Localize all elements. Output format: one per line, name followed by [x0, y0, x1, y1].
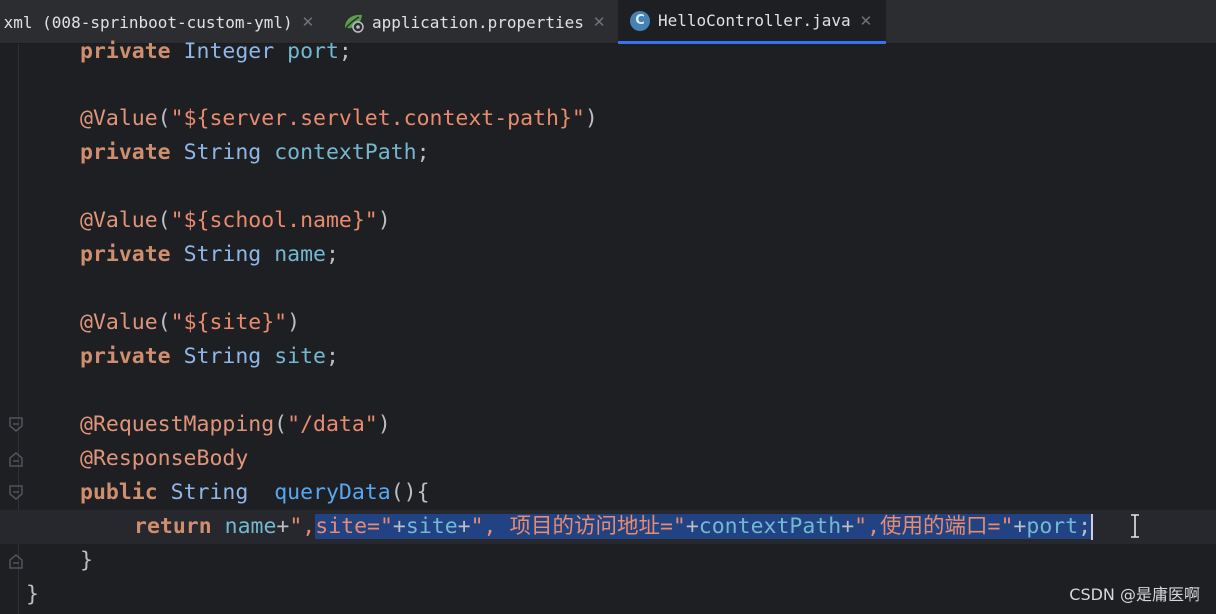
string-literal: ",使用的端口=" [854, 514, 1014, 539]
annotation: @RequestMapping [80, 412, 275, 437]
punctuation: ; [338, 39, 352, 64]
code-line[interactable]: private Integer port; [0, 35, 1216, 69]
keyword: private [80, 140, 171, 165]
field-name: contextPath [698, 514, 842, 539]
keyword: private [80, 344, 171, 369]
annotation: @Value [80, 106, 158, 131]
tab-label: .xml (008-sprinboot-custom-yml) [0, 12, 293, 32]
text-selection[interactable]: site="+site+", 项目的访问地址="+contextPath+",使… [315, 514, 1092, 539]
code-line[interactable]: @RequestMapping("/data") [0, 408, 1216, 442]
string-literal: "${school.name}" [170, 208, 378, 233]
string-literal: "${site}" [170, 310, 288, 335]
field-name: contextPath [274, 140, 417, 165]
string-literal: ", 项目的访问地址=" [470, 514, 686, 539]
close-icon[interactable]: ✕ [302, 13, 315, 31]
type-name: String [170, 480, 249, 505]
code-line[interactable]: } [0, 578, 1216, 612]
code-line[interactable]: public String queryData(){ [0, 476, 1216, 510]
fold-end-icon[interactable] [8, 553, 24, 569]
code-line[interactable]: private String site; [0, 340, 1216, 374]
string-literal: ", [289, 514, 316, 539]
field-name: name [274, 242, 326, 267]
operator: + [392, 514, 406, 539]
punctuation: ) [287, 310, 301, 335]
closing-brace: } [80, 548, 93, 573]
string-literal: site=" [315, 514, 393, 539]
string-literal: "/data" [287, 412, 378, 437]
fold-end-icon[interactable] [8, 451, 24, 467]
operator: + [1013, 514, 1027, 539]
ibeam-cursor-icon [1131, 514, 1139, 538]
keyword: private [80, 242, 171, 267]
annotation: @Value [80, 208, 158, 233]
string-literal: "${server.servlet.context-path}" [170, 106, 585, 131]
code-line[interactable]: @Value("${site}") [0, 306, 1216, 340]
punctuation: ; [416, 140, 430, 165]
code-line[interactable]: @Value("${server.servlet.context-path}") [0, 102, 1216, 136]
code-line[interactable]: @ResponseBody [0, 442, 1216, 476]
method-name: queryData [274, 480, 391, 505]
field-name: port [287, 39, 339, 64]
type-name: String [183, 242, 262, 267]
operator: + [457, 514, 471, 539]
operator: + [276, 514, 290, 539]
close-icon[interactable]: ✕ [593, 13, 606, 31]
keyword: return [134, 514, 212, 539]
operator: + [685, 514, 699, 539]
spring-leaf-icon [342, 11, 366, 33]
punctuation: ) [377, 208, 391, 233]
code-line[interactable]: } [0, 544, 1216, 578]
operator: + [841, 514, 855, 539]
field-name: site [274, 344, 326, 369]
keyword: private [80, 39, 171, 64]
close-icon[interactable]: ✕ [860, 12, 873, 30]
type-name: String [183, 344, 262, 369]
punctuation: ; [325, 344, 339, 369]
text-caret [1091, 514, 1094, 540]
code-line[interactable]: @Value("${school.name}") [0, 204, 1216, 238]
punctuation: ( [157, 208, 171, 233]
type-name: String [183, 140, 262, 165]
punctuation: ) [584, 106, 598, 131]
tab-label: HelloController.java [658, 11, 851, 30]
field-name: name [224, 514, 277, 539]
annotation: @ResponseBody [80, 446, 249, 471]
punctuation: (){ [390, 480, 430, 505]
closing-brace: } [26, 582, 39, 607]
punctuation: ( [274, 412, 288, 437]
punctuation: ) [377, 412, 391, 437]
code-line[interactable]: private String contextPath; [0, 136, 1216, 170]
fold-start-icon[interactable] [8, 417, 24, 433]
type-name: Integer [183, 39, 275, 64]
punctuation: ( [157, 106, 171, 131]
java-class-icon: C [630, 10, 650, 31]
field-name: site [405, 514, 458, 539]
code-line[interactable]: private String name; [0, 238, 1216, 272]
punctuation: ; [325, 242, 339, 267]
punctuation: ( [157, 310, 171, 335]
field-name: port [1026, 514, 1079, 539]
punctuation: ; [1078, 514, 1092, 539]
tab-label: application.properties [372, 12, 584, 32]
fold-start-icon[interactable] [8, 485, 24, 501]
code-line-current[interactable]: return name+",site="+site+", 项目的访问地址="+c… [0, 510, 1216, 544]
watermark: CSDN @是庸医啊 [1069, 585, 1200, 604]
annotation: @Value [80, 310, 158, 335]
keyword: public [80, 480, 158, 505]
